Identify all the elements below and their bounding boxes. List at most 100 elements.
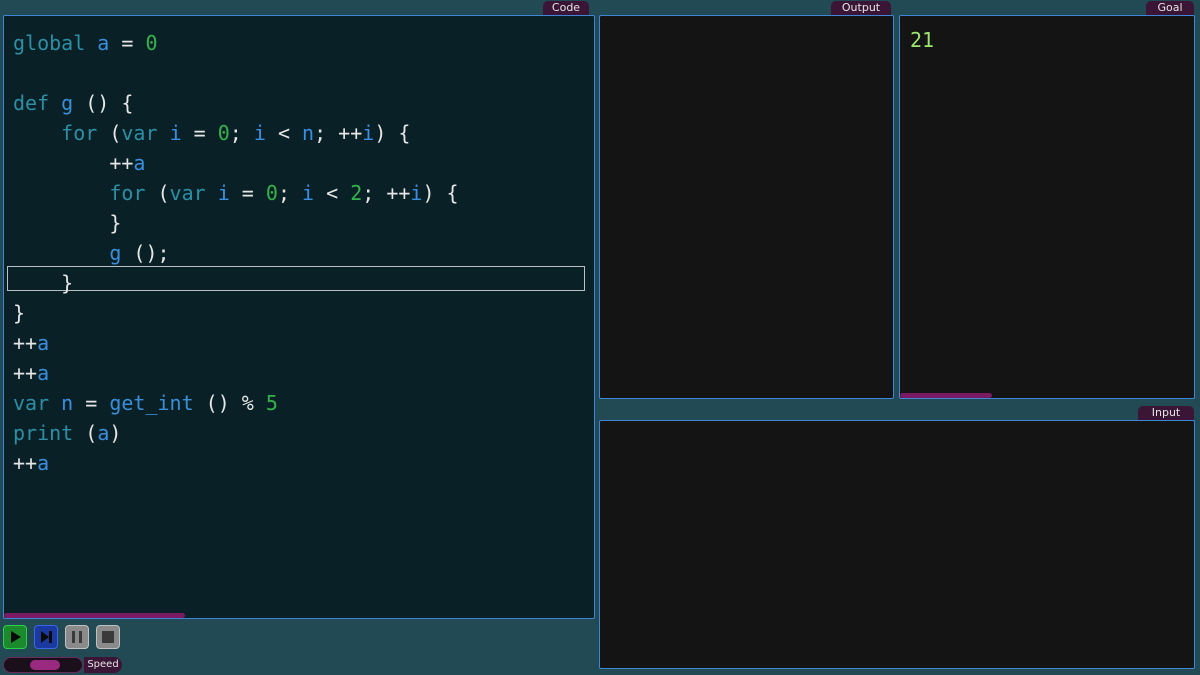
code-line[interactable]: ++a — [13, 328, 594, 358]
tab-code: Code — [543, 1, 589, 15]
code-token: for — [61, 121, 98, 145]
code-token: i — [410, 181, 423, 205]
code-line[interactable]: print (a) — [13, 418, 594, 448]
code-area[interactable]: global a = 0 def g () { for (var i = 0; i… — [13, 28, 594, 478]
stop-button[interactable] — [96, 625, 120, 649]
code-token: ) { — [374, 121, 411, 145]
code-line[interactable]: g (); — [13, 238, 594, 268]
play-icon — [11, 631, 21, 643]
code-token: g — [109, 241, 122, 265]
pause-button[interactable] — [65, 625, 89, 649]
code-token: 0 — [217, 121, 230, 145]
code-line[interactable] — [13, 58, 594, 88]
code-token: i — [169, 121, 182, 145]
code-token: ++ — [13, 451, 38, 475]
code-token: n — [302, 121, 315, 145]
speed-label: Speed — [84, 657, 122, 673]
code-token: ) { — [422, 181, 459, 205]
code-token: 0 — [145, 31, 158, 55]
code-token: a — [97, 421, 110, 445]
code-token: for — [109, 181, 146, 205]
code-token: 0 — [265, 181, 278, 205]
code-token: () % — [193, 391, 266, 415]
code-token: 2 — [350, 181, 363, 205]
code-editor[interactable]: global a = 0 def g () { for (var i = 0; i… — [3, 15, 595, 619]
code-token: var — [13, 391, 50, 415]
code-token: print — [13, 421, 74, 445]
code-line[interactable]: } — [13, 298, 594, 328]
step-button[interactable] — [34, 625, 58, 649]
code-token: a — [37, 451, 50, 475]
code-line[interactable]: for (var i = 0; i < 2; ++i) { — [13, 178, 594, 208]
code-token: ; ++ — [314, 121, 363, 145]
code-token: ; — [229, 121, 254, 145]
code-token: ++ — [13, 151, 134, 175]
code-token: ; ++ — [362, 181, 411, 205]
pause-icon — [72, 631, 82, 643]
code-token: g — [61, 91, 74, 115]
code-line[interactable]: def g () { — [13, 88, 594, 118]
code-token: i — [302, 181, 315, 205]
code-line[interactable]: ++a — [13, 358, 594, 388]
code-line[interactable]: } — [13, 208, 594, 238]
goal-panel: 21 — [899, 15, 1195, 399]
code-token: < — [314, 181, 351, 205]
code-token: = — [229, 181, 266, 205]
code-token: } — [13, 301, 26, 325]
code-line[interactable]: ++a — [13, 148, 594, 178]
code-token: var — [121, 121, 158, 145]
code-line[interactable]: var n = get_int () % 5 — [13, 388, 594, 418]
output-panel — [599, 15, 894, 399]
tab-goal: Goal — [1146, 1, 1194, 15]
goal-horizontal-scrollbar[interactable] — [900, 393, 992, 398]
speed-slider-handle[interactable] — [30, 660, 61, 670]
code-line[interactable]: ++a — [13, 448, 594, 478]
code-token: var — [169, 181, 206, 205]
code-token: ) — [109, 421, 122, 445]
speed-slider[interactable] — [3, 657, 83, 673]
code-token: } — [13, 271, 74, 295]
code-line[interactable]: global a = 0 — [13, 28, 594, 58]
code-horizontal-scrollbar[interactable] — [4, 613, 185, 618]
code-token: 5 — [265, 391, 278, 415]
code-token: n — [61, 391, 74, 415]
code-token: ( — [73, 421, 98, 445]
code-token: ( — [145, 181, 170, 205]
code-token: ( — [97, 121, 122, 145]
code-token: } — [13, 211, 122, 235]
code-token: (); — [121, 241, 170, 265]
code-token: = — [73, 391, 110, 415]
code-token: () { — [73, 91, 134, 115]
code-token: a — [37, 331, 50, 355]
code-token: a — [133, 151, 146, 175]
code-token: global — [13, 31, 86, 55]
code-token: ++ — [13, 331, 38, 355]
goal-text: 21 — [910, 28, 935, 52]
play-button[interactable] — [3, 625, 27, 649]
input-panel[interactable] — [599, 420, 1195, 669]
code-token: i — [217, 181, 230, 205]
code-token: i — [253, 121, 266, 145]
tab-input: Input — [1138, 406, 1194, 420]
code-token: = — [181, 121, 218, 145]
code-token: < — [265, 121, 303, 145]
code-token: = — [109, 31, 146, 55]
code-token: get_int — [109, 391, 194, 415]
code-token: ; — [277, 181, 303, 205]
code-token: def — [13, 91, 50, 115]
stop-icon — [102, 631, 114, 643]
code-line[interactable]: for (var i = 0; i < n; ++i) { — [13, 118, 594, 148]
step-icon — [41, 631, 52, 643]
code-line[interactable]: } — [13, 268, 594, 298]
code-token: a — [97, 31, 110, 55]
tab-output: Output — [831, 1, 891, 15]
code-token: i — [362, 121, 375, 145]
